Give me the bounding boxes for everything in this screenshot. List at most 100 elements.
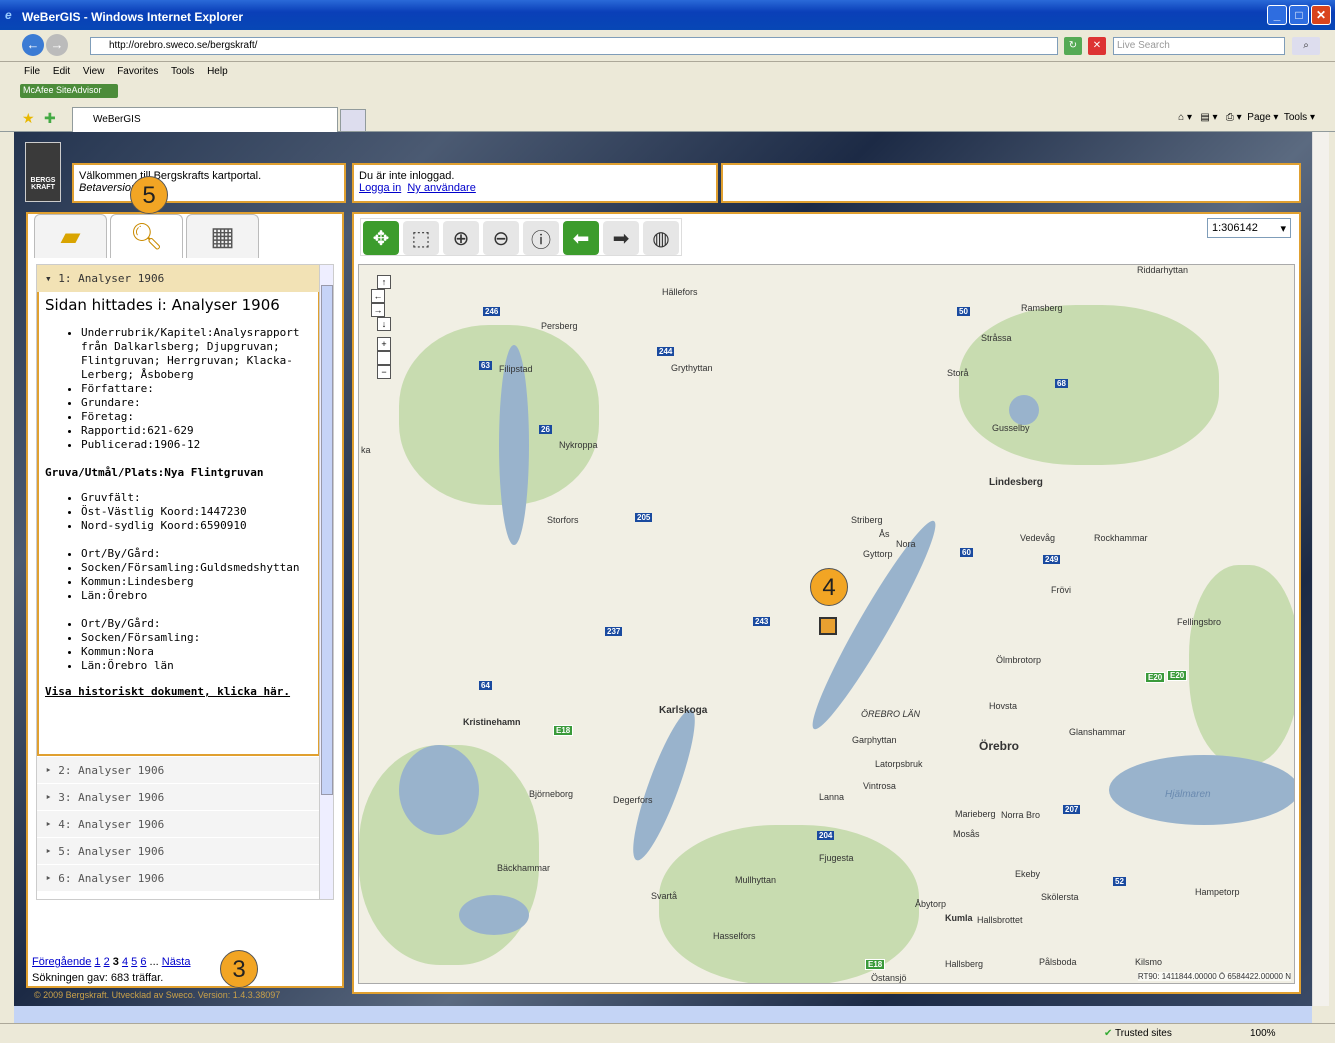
result-header-3[interactable]: ‣ 3: Analyser 1906 — [37, 783, 333, 810]
result-subheading: Gruva/Utmål/Plats:Nya Flintgruvan — [45, 466, 264, 479]
map-label: Filipstad — [499, 364, 533, 374]
forward-button[interactable]: → — [46, 34, 68, 56]
pan-tool-icon[interactable]: ✥ — [363, 221, 399, 255]
road-shield: 63 — [479, 361, 492, 370]
page-menu[interactable]: Page — [1247, 112, 1270, 123]
search-input[interactable]: Live Search — [1113, 37, 1285, 55]
map-label: Gusselby — [992, 423, 1030, 433]
map-label: Riddarhyttan — [1137, 265, 1189, 275]
back-button[interactable]: ← — [22, 34, 44, 56]
login-link[interactable]: Logga in — [359, 182, 401, 194]
map-canvas[interactable]: Hällefors Persberg Grythyttan Filipstad … — [358, 264, 1295, 984]
add-favorite-icon[interactable]: ✚ — [44, 110, 56, 127]
pan-down-icon[interactable]: ↓ — [377, 317, 391, 331]
next-page-link[interactable]: Nästa — [162, 956, 191, 968]
ie-logo-icon: e — [5, 8, 12, 22]
tab-layers[interactable]: ▰ — [34, 214, 107, 258]
page-horizontal-scrollbar[interactable] — [14, 1006, 1312, 1023]
zoom-out-icon[interactable]: − — [377, 365, 391, 379]
prev-page-link[interactable]: Föregående — [32, 956, 91, 968]
forward-arrow-icon[interactable]: ➡ — [603, 221, 639, 255]
print-icon[interactable]: ⎙ ▾ — [1226, 112, 1242, 123]
welcome-box: Välkommen till Bergskrafts kartportal. B… — [72, 163, 346, 203]
zoom-box-tool-icon[interactable]: ⬚ — [403, 221, 439, 255]
new-tab-button[interactable] — [340, 109, 366, 132]
menu-tools[interactable]: Tools — [171, 66, 194, 77]
map-label: ÖREBRO LÄN — [861, 709, 921, 719]
page-link-2[interactable]: 2 — [104, 956, 110, 968]
results-scrollbar[interactable] — [319, 265, 333, 899]
zone-label: ✔ Trusted sites — [1104, 1028, 1172, 1039]
page-link-6[interactable]: 6 — [140, 956, 146, 968]
menu-help[interactable]: Help — [207, 66, 228, 77]
tab-bar: ★ ✚ WeBerGIS ⌂ ▾ ▤ ▾ ⎙ ▾ Page ▾ Tools ▾ — [0, 104, 1335, 132]
road-shield: E18 — [865, 959, 886, 970]
map-label: Svartå — [651, 891, 678, 901]
zoom-level[interactable]: 100% — [1250, 1028, 1276, 1039]
list-item: Rapportid:621-629 — [81, 424, 312, 438]
menu-view[interactable]: View — [83, 66, 105, 77]
callout-badge: 4 — [810, 568, 848, 606]
result-header-4[interactable]: ‣ 4: Analyser 1906 — [37, 810, 333, 837]
map-label: Latorpsbruk — [875, 759, 923, 769]
pan-left-icon[interactable]: ← — [371, 289, 385, 303]
siteadvisor-button[interactable]: McAfee SiteAdvisor — [20, 84, 118, 98]
tools-menu[interactable]: Tools — [1284, 112, 1307, 123]
welcome-text: Välkommen till Bergskrafts kartportal. — [79, 170, 262, 182]
close-button[interactable]: ✕ — [1311, 5, 1331, 25]
tab-document[interactable]: ▦ — [186, 214, 259, 258]
page-link-4[interactable]: 4 — [122, 956, 128, 968]
favorites-star-icon[interactable]: ★ — [22, 110, 35, 127]
road-shield: 60 — [960, 548, 973, 557]
mine-marker-icon[interactable] — [819, 617, 837, 635]
login-status: Du är inte inloggad. — [359, 170, 455, 182]
refresh-icon[interactable]: ↻ — [1064, 37, 1082, 55]
back-arrow-icon[interactable]: ⬅ — [563, 221, 599, 255]
globe-icon[interactable]: ◍ — [643, 221, 679, 255]
scroll-thumb[interactable] — [321, 285, 333, 795]
menu-file[interactable]: File — [24, 66, 40, 77]
zoom-out-tool-icon[interactable]: ⊖ — [483, 221, 519, 255]
login-box: Du är inte inloggad. Logga in Ny använda… — [352, 163, 718, 203]
list-item: Publicerad:1906-12 — [81, 438, 312, 452]
scale-value: 1:306142 — [1212, 222, 1258, 234]
result-header-1[interactable]: ▾ 1: Analyser 1906 — [37, 265, 333, 292]
scale-select[interactable]: 1:306142 ▾ — [1207, 218, 1291, 238]
result-header-6[interactable]: ‣ 6: Analyser 1906 — [37, 864, 333, 891]
tab-webergis[interactable]: WeBerGIS — [72, 107, 338, 132]
map-label: Lindesberg — [989, 477, 1043, 488]
map-label: Karlskoga — [659, 705, 708, 716]
road-shield: 68 — [1055, 379, 1068, 388]
map-label: Glanshammar — [1069, 727, 1126, 737]
page-link-1[interactable]: 1 — [94, 956, 100, 968]
zoom-slider[interactable] — [377, 351, 391, 365]
results-accordion: ▾ 1: Analyser 1906 Sidan hittades i: Ana… — [36, 264, 334, 900]
home-icon[interactable]: ⌂ ▾ — [1178, 112, 1192, 123]
search-icon[interactable]: ⌕ — [1292, 37, 1320, 55]
zoom-in-icon[interactable]: + — [377, 337, 391, 351]
new-user-link[interactable]: Ny användare — [407, 182, 476, 194]
page-link-5[interactable]: 5 — [131, 956, 137, 968]
result-header-2[interactable]: ‣ 2: Analyser 1906 — [37, 756, 333, 783]
zoom-in-tool-icon[interactable]: ⊕ — [443, 221, 479, 255]
list-item: Grundare: — [81, 396, 312, 410]
feeds-icon[interactable]: ▤ ▾ — [1200, 112, 1217, 123]
info-tool-icon[interactable]: ⓘ — [523, 221, 559, 255]
menu-favorites[interactable]: Favorites — [117, 66, 158, 77]
result-header-5[interactable]: ‣ 5: Analyser 1906 — [37, 837, 333, 864]
maximize-button[interactable]: □ — [1289, 5, 1309, 25]
pan-up-icon[interactable]: ↑ — [377, 275, 391, 289]
menu-edit[interactable]: Edit — [53, 66, 70, 77]
page-vertical-scrollbar[interactable] — [1312, 132, 1329, 1006]
historic-document-link[interactable]: Visa historiskt dokument, klicka här. — [45, 685, 312, 698]
address-input[interactable]: http://orebro.sweco.se/bergskraft/ — [90, 37, 1058, 55]
pan-right-icon[interactable]: → — [371, 303, 385, 317]
map-label: Mosås — [953, 829, 980, 839]
map-label: Hovsta — [989, 701, 1018, 711]
minimize-button[interactable]: _ — [1267, 5, 1287, 25]
map-label: Storå — [947, 368, 969, 378]
tab-search[interactable]: 🔍︎ — [110, 214, 183, 258]
map-label: Nora — [896, 539, 916, 549]
list-item: Företag: — [81, 410, 312, 424]
stop-icon[interactable]: ✕ — [1088, 37, 1106, 55]
